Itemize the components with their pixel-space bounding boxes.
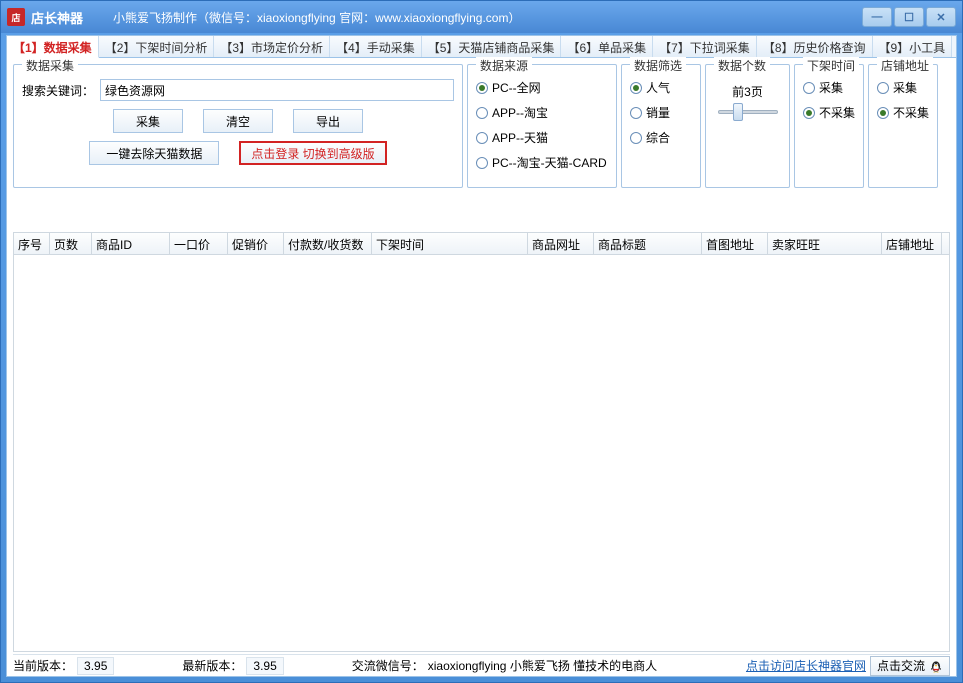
radio-offtime-collect[interactable]: 采集 xyxy=(803,79,855,96)
group-data-collect: 数据采集 搜索关键词： 采集 清空 导出 一键去除天猫数据 点击登录 切换到高级… xyxy=(13,64,463,188)
tab-manual-collect[interactable]: 【4】手动采集 xyxy=(330,36,422,57)
tab-tools[interactable]: 【9】小工具 xyxy=(873,36,953,57)
latest-version-value: 3.95 xyxy=(246,657,283,675)
grid-column-header[interactable]: 序号 xyxy=(14,233,50,254)
chat-button-label: 点击交流 xyxy=(877,657,925,674)
radio-app-taobao[interactable]: APP--淘宝 xyxy=(476,104,608,121)
radio-popularity[interactable]: 人气 xyxy=(630,79,692,96)
group-legend: 数据个数 xyxy=(714,57,770,74)
radio-icon xyxy=(630,82,642,94)
close-button[interactable]: ✕ xyxy=(926,7,956,27)
app-subtitle: 小熊爱飞扬制作（微信号：xiaoxiongflying 官网：www.xiaox… xyxy=(113,9,520,26)
data-grid: 序号页数商品ID一口价促销价付款数/收货数下架时间商品网址商品标题首图地址卖家旺… xyxy=(13,232,950,652)
export-button[interactable]: 导出 xyxy=(293,109,363,133)
grid-body[interactable] xyxy=(14,255,949,651)
group-data-source: 数据来源 PC--全网 APP--淘宝 APP--天猫 PC--淘宝-天猫-CA… xyxy=(467,64,617,188)
current-version-label: 当前版本： xyxy=(13,657,73,674)
grid-column-header[interactable]: 一口价 xyxy=(170,233,228,254)
radio-pc-taobao-tmall-card[interactable]: PC--淘宝-天猫-CARD xyxy=(476,154,608,171)
radio-sales[interactable]: 销量 xyxy=(630,104,692,121)
chat-button[interactable]: 点击交流 xyxy=(870,656,950,676)
slider-thumb[interactable] xyxy=(733,103,743,121)
tab-strip: 【1】数据采集 【2】下架时间分析 【3】市场定价分析 【4】手动采集 【5】天… xyxy=(7,36,956,58)
radio-overall[interactable]: 综合 xyxy=(630,129,692,146)
tab-data-collect[interactable]: 【1】数据采集 xyxy=(7,36,99,58)
radio-icon xyxy=(476,107,488,119)
client-area: 【1】数据采集 【2】下架时间分析 【3】市场定价分析 【4】手动采集 【5】天… xyxy=(6,35,957,677)
radio-icon xyxy=(476,82,488,94)
grid-column-header[interactable]: 页数 xyxy=(50,233,92,254)
radio-pc-all[interactable]: PC--全网 xyxy=(476,79,608,96)
wechat-text: xiaoxiongflying 小熊爱飞扬 懂技术的电商人 xyxy=(428,657,657,674)
wechat-label: 交流微信号： xyxy=(352,657,424,674)
radio-shopaddr-collect[interactable]: 采集 xyxy=(877,79,929,96)
grid-column-header[interactable]: 下架时间 xyxy=(372,233,528,254)
grid-column-header[interactable]: 付款数/收货数 xyxy=(284,233,372,254)
tab-history-price[interactable]: 【8】历史价格查询 xyxy=(757,36,873,57)
grid-column-header[interactable]: 商品网址 xyxy=(528,233,594,254)
radio-icon xyxy=(630,107,642,119)
current-version-value: 3.95 xyxy=(77,657,114,675)
tab-market-price[interactable]: 【3】市场定价分析 xyxy=(214,36,330,57)
search-input[interactable] xyxy=(100,79,454,101)
tab-offtime-analysis[interactable]: 【2】下架时间分析 xyxy=(99,36,215,57)
app-icon: 店 xyxy=(7,8,25,26)
group-data-filter: 数据筛选 人气 销量 综合 xyxy=(621,64,701,188)
radio-icon xyxy=(803,82,815,94)
group-shop-address: 店铺地址 采集 不采集 xyxy=(868,64,938,188)
minimize-button[interactable]: — xyxy=(862,7,892,27)
grid-header: 序号页数商品ID一口价促销价付款数/收货数下架时间商品网址商品标题首图地址卖家旺… xyxy=(14,233,949,255)
tab-single-collect[interactable]: 【6】单品采集 xyxy=(561,36,653,57)
tab-dropdown-collect[interactable]: 【7】下拉词采集 xyxy=(653,36,757,57)
latest-version-label: 最新版本： xyxy=(182,657,242,674)
search-label: 搜索关键词： xyxy=(22,82,94,99)
group-legend: 数据采集 xyxy=(22,57,78,74)
tab-tmall-shop-collect[interactable]: 【5】天猫店铺商品采集 xyxy=(422,36,562,57)
grid-column-header[interactable]: 商品标题 xyxy=(594,233,702,254)
statusbar: 当前版本： 3.95 最新版本： 3.95 交流微信号： xiaoxiongfl… xyxy=(13,654,950,676)
group-data-count: 数据个数 前3页 xyxy=(705,64,790,188)
maximize-button[interactable]: ☐ xyxy=(894,7,924,27)
radio-icon xyxy=(630,132,642,144)
count-label: 前3页 xyxy=(714,83,781,100)
page-count-slider[interactable] xyxy=(718,110,778,114)
radio-icon xyxy=(877,107,889,119)
app-title: 店长神器 xyxy=(31,8,83,27)
group-legend: 下架时间 xyxy=(803,57,859,74)
grid-column-header[interactable]: 卖家旺旺 xyxy=(768,233,882,254)
remove-tmall-button[interactable]: 一键去除天猫数据 xyxy=(89,141,219,165)
collect-button[interactable]: 采集 xyxy=(113,109,183,133)
login-upgrade-button[interactable]: 点击登录 切换到高级版 xyxy=(239,141,386,165)
group-legend: 数据筛选 xyxy=(630,57,686,74)
radio-app-tmall[interactable]: APP--天猫 xyxy=(476,129,608,146)
radio-icon xyxy=(877,82,889,94)
grid-column-header[interactable]: 首图地址 xyxy=(702,233,768,254)
grid-column-header[interactable]: 店铺地址 xyxy=(882,233,942,254)
grid-column-header[interactable]: 促销价 xyxy=(228,233,284,254)
controls-row: 数据采集 搜索关键词： 采集 清空 导出 一键去除天猫数据 点击登录 切换到高级… xyxy=(7,58,956,194)
grid-column-header[interactable]: 商品ID xyxy=(92,233,170,254)
clear-button[interactable]: 清空 xyxy=(203,109,273,133)
radio-offtime-nocollect[interactable]: 不采集 xyxy=(803,104,855,121)
qq-penguin-icon xyxy=(929,659,943,673)
official-site-link[interactable]: 点击访问店长神器官网 xyxy=(746,657,866,674)
radio-icon xyxy=(476,132,488,144)
titlebar: 店 店长神器 小熊爱飞扬制作（微信号：xiaoxiongflying 官网：ww… xyxy=(1,1,962,33)
group-legend: 店铺地址 xyxy=(877,57,933,74)
radio-shopaddr-nocollect[interactable]: 不采集 xyxy=(877,104,929,121)
group-offtime: 下架时间 采集 不采集 xyxy=(794,64,864,188)
radio-icon xyxy=(803,107,815,119)
group-legend: 数据来源 xyxy=(476,57,532,74)
app-window: 店 店长神器 小熊爱飞扬制作（微信号：xiaoxiongflying 官网：ww… xyxy=(0,0,963,683)
radio-icon xyxy=(476,157,488,169)
